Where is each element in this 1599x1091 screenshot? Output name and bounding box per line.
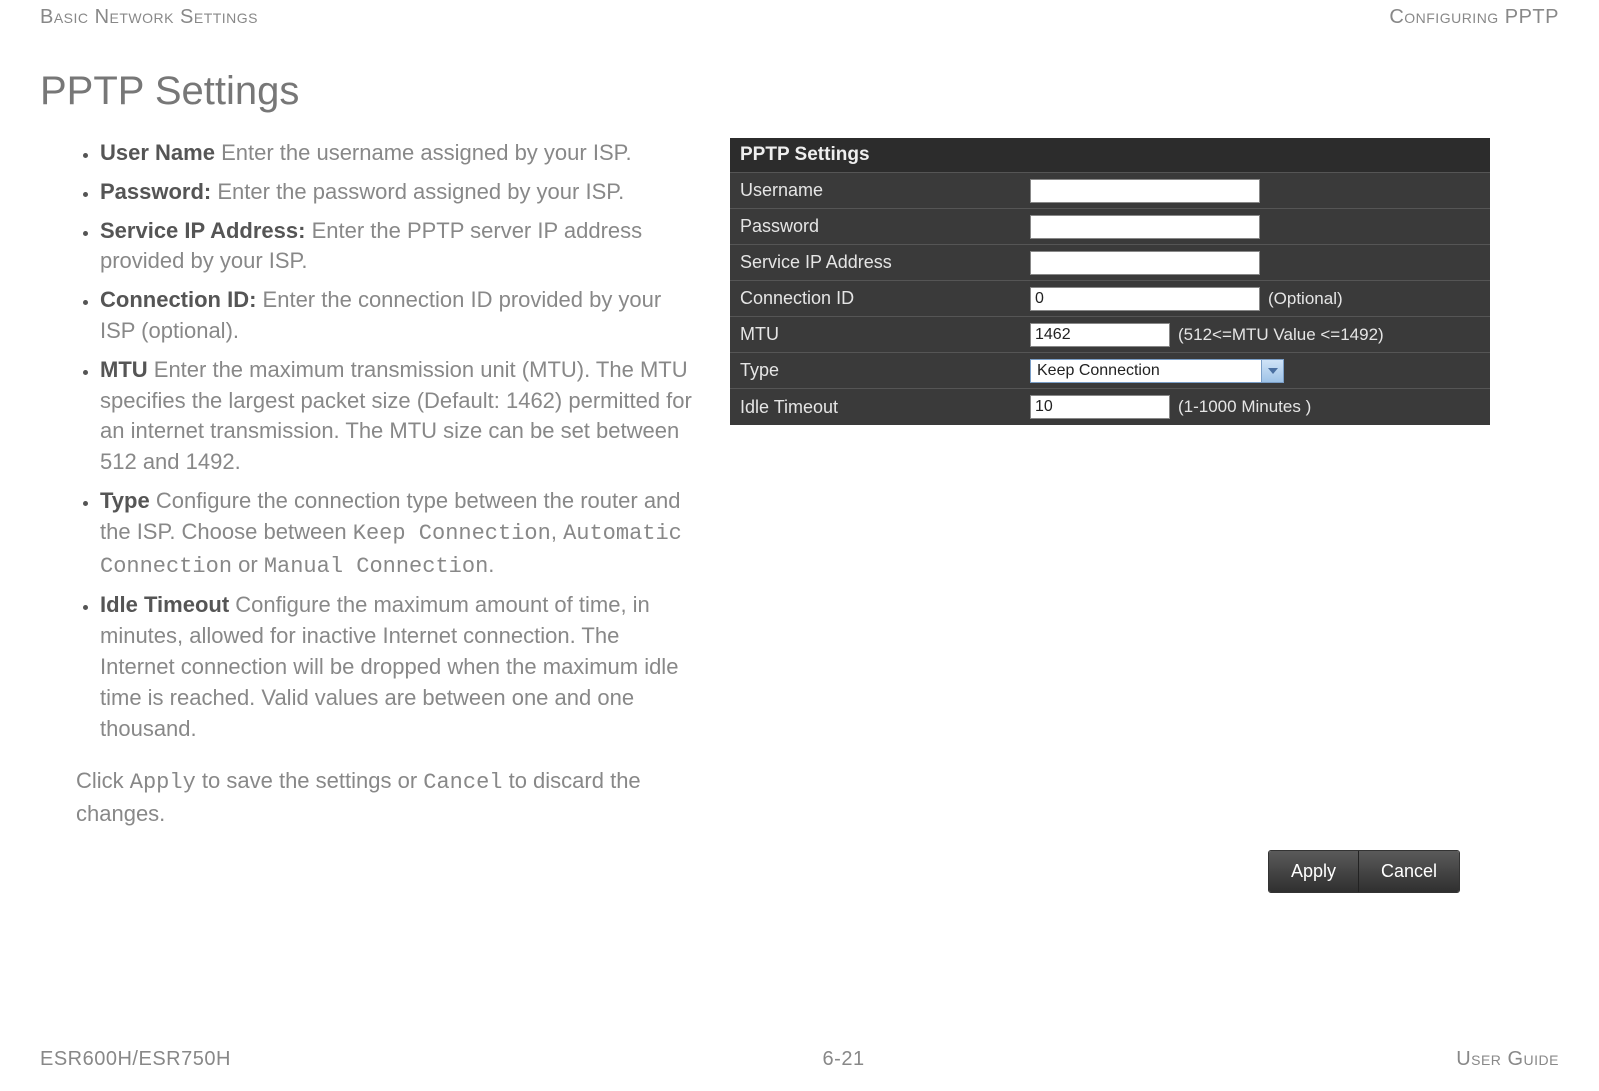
list-item: User Name Enter the username assigned by… [100,138,700,169]
hint-idle-range: (1-1000 Minutes ) [1178,397,1311,417]
label-password: Password [730,216,1030,237]
list-item: Password: Enter the password assigned by… [100,177,700,208]
mono-manual-connection: Manual Connection [264,554,488,579]
desc-type-post: . [488,552,494,577]
type-select[interactable]: Keep Connection [1030,359,1284,383]
header-left: Basic Network Settings [40,6,258,29]
label-connid: Connection ID [730,288,1030,309]
closing-mid: to save the settings or [196,768,423,793]
mtu-input[interactable] [1030,323,1170,347]
desc-password: Enter the password assigned by your ISP. [211,179,624,204]
list-item: Idle Timeout Configure the maximum amoun… [100,590,700,744]
label-mtu: MTU [730,324,1030,345]
button-row: Apply Cancel [1268,850,1460,893]
panel-title: PPTP Settings [730,138,1490,173]
closing-paragraph: Click Apply to save the settings or Canc… [76,766,700,830]
hint-optional: (Optional) [1268,289,1343,309]
apply-button[interactable]: Apply [1269,851,1358,892]
type-select-value[interactable]: Keep Connection [1030,359,1262,383]
term-serviceip: Service IP Address: [100,218,305,243]
closing-pre: Click [76,768,130,793]
cancel-button[interactable]: Cancel [1358,851,1459,892]
username-input[interactable] [1030,179,1260,203]
connection-id-input[interactable] [1030,287,1260,311]
desc-type-mid2: or [232,552,264,577]
term-mtu: MTU [100,357,148,382]
label-type: Type [730,360,1030,381]
list-item: MTU Enter the maximum transmission unit … [100,355,700,478]
term-type: Type [100,488,150,513]
label-username: Username [730,180,1030,201]
service-ip-input[interactable] [1030,251,1260,275]
pptp-settings-panel: PPTP Settings Username Password Service … [730,138,1490,425]
hint-mtu-range: (512<=MTU Value <=1492) [1178,325,1384,345]
term-connid: Connection ID: [100,287,256,312]
label-idle: Idle Timeout [730,397,1030,418]
description-list: User Name Enter the username assigned by… [40,138,700,744]
list-item: Service IP Address: Enter the PPTP serve… [100,216,700,278]
footer-right: User Guide [1456,1048,1559,1071]
term-username: User Name [100,140,215,165]
desc-mtu: Enter the maximum transmission unit (MTU… [100,357,692,474]
chevron-down-icon[interactable] [1262,359,1284,383]
idle-timeout-input[interactable] [1030,395,1170,419]
list-item: Connection ID: Enter the connection ID p… [100,285,700,347]
closing-apply: Apply [130,770,196,795]
desc-username: Enter the username assigned by your ISP. [215,140,632,165]
label-serviceip: Service IP Address [730,252,1030,273]
desc-type-mid1: , [551,519,563,544]
footer-left: ESR600H/ESR750H [40,1048,231,1071]
section-title: PPTP Settings [40,69,1559,114]
term-password: Password: [100,179,211,204]
password-input[interactable] [1030,215,1260,239]
closing-cancel: Cancel [423,770,502,795]
term-idle: Idle Timeout [100,592,229,617]
header-right: Configuring PPTP [1389,6,1559,29]
footer-center: 6-21 [823,1048,865,1071]
list-item: Type Configure the connection type betwe… [100,486,700,582]
mono-keep-connection: Keep Connection [353,521,551,546]
